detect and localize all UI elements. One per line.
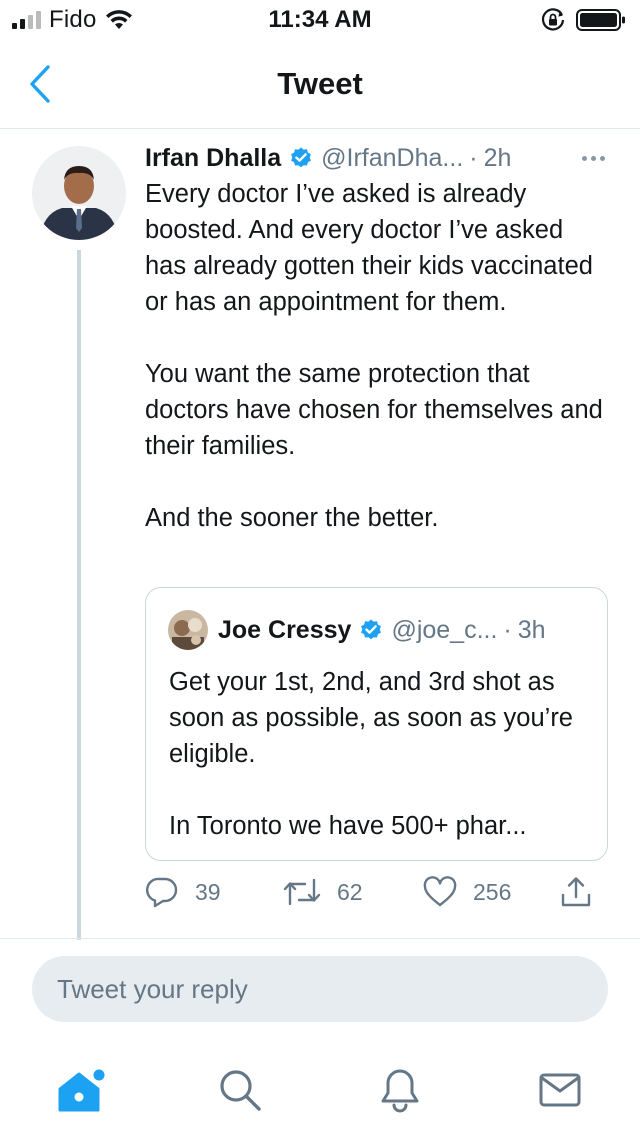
author-avatar[interactable] <box>32 146 126 240</box>
quoted-author-avatar <box>168 610 208 650</box>
tweet-header: Irfan Dhalla @IrfanDha... · 2h <box>145 140 615 176</box>
like-button[interactable]: 256 <box>423 874 511 910</box>
thread-line <box>77 250 81 940</box>
tab-messages[interactable] <box>530 1060 590 1120</box>
tab-notifications[interactable] <box>370 1060 430 1120</box>
reply-placeholder: Tweet your reply <box>57 973 248 1004</box>
quoted-tweet-time: 3h <box>517 615 546 644</box>
notifications-icon <box>381 1069 419 1113</box>
status-right <box>540 6 626 34</box>
author-avatar-image <box>32 146 126 240</box>
tweet-paragraph: You want the same protection that doctor… <box>145 360 603 460</box>
author-handle: @IrfanDha... <box>321 143 464 172</box>
like-count: 256 <box>473 878 512 905</box>
search-icon <box>220 1070 261 1111</box>
tweet-paragraph: And the sooner the better. <box>145 504 439 532</box>
tab-bar <box>0 1040 640 1136</box>
meta-separator: · <box>469 143 478 172</box>
more-dot-icon <box>590 155 596 161</box>
navigation-bar: Tweet <box>0 40 640 129</box>
more-dot-icon <box>581 155 587 161</box>
tab-home[interactable] <box>50 1060 110 1120</box>
tweet-text: Every doctor I’ve asked is already boost… <box>145 176 610 536</box>
tweet-detail-screen: Fido 11:34 AM Tweet Irfan Dhalla @IrfanD… <box>0 0 640 1136</box>
reply-button[interactable]: 39 <box>145 874 221 910</box>
share-button[interactable] <box>559 874 593 910</box>
status-bar: Fido 11:34 AM <box>0 0 640 40</box>
quoted-tweet-text: Get your 1st, 2nd, and 3rd shot as soon … <box>169 664 589 844</box>
more-options-button[interactable] <box>578 146 608 170</box>
quoted-avatar-image <box>168 610 208 650</box>
quoted-author-name: Joe Cressy <box>218 615 352 644</box>
reply-icon <box>146 877 178 908</box>
battery-icon <box>576 9 625 31</box>
share-icon <box>561 877 591 907</box>
heart-icon <box>423 876 457 907</box>
home-icon <box>58 1069 105 1112</box>
meta-separator: · <box>503 615 512 644</box>
section-divider <box>0 938 640 939</box>
reply-input[interactable]: Tweet your reply <box>32 956 608 1022</box>
retweet-icon <box>283 878 321 906</box>
tweet-time: 2h <box>483 143 512 172</box>
retweet-button[interactable]: 62 <box>283 874 363 910</box>
orientation-lock-icon <box>541 8 565 31</box>
tweet-actions: 39 62 256 <box>145 870 605 916</box>
messages-icon <box>539 1073 581 1107</box>
tab-search[interactable] <box>210 1060 270 1120</box>
verified-badge-icon <box>361 619 382 640</box>
tweet-paragraph: Every doctor I’ve asked is already boost… <box>145 180 593 316</box>
retweet-count: 62 <box>337 878 363 905</box>
author-name[interactable]: Irfan Dhalla <box>145 144 281 173</box>
reply-count: 39 <box>195 878 221 905</box>
verified-badge-icon <box>291 147 312 168</box>
quoted-author-handle: @joe_c... <box>391 615 498 644</box>
quoted-tweet-card[interactable]: Joe Cressy @joe_c... · 3h Get your 1st, … <box>145 587 608 861</box>
more-dot-icon <box>599 155 605 161</box>
page-title: Tweet <box>277 66 363 101</box>
quoted-tweet-paragraph: In Toronto we have 500+ phar... <box>169 812 527 840</box>
quoted-tweet-header: Joe Cressy @joe_c... · 3h <box>168 610 546 650</box>
quoted-tweet-paragraph: Get your 1st, 2nd, and 3rd shot as soon … <box>169 668 573 768</box>
